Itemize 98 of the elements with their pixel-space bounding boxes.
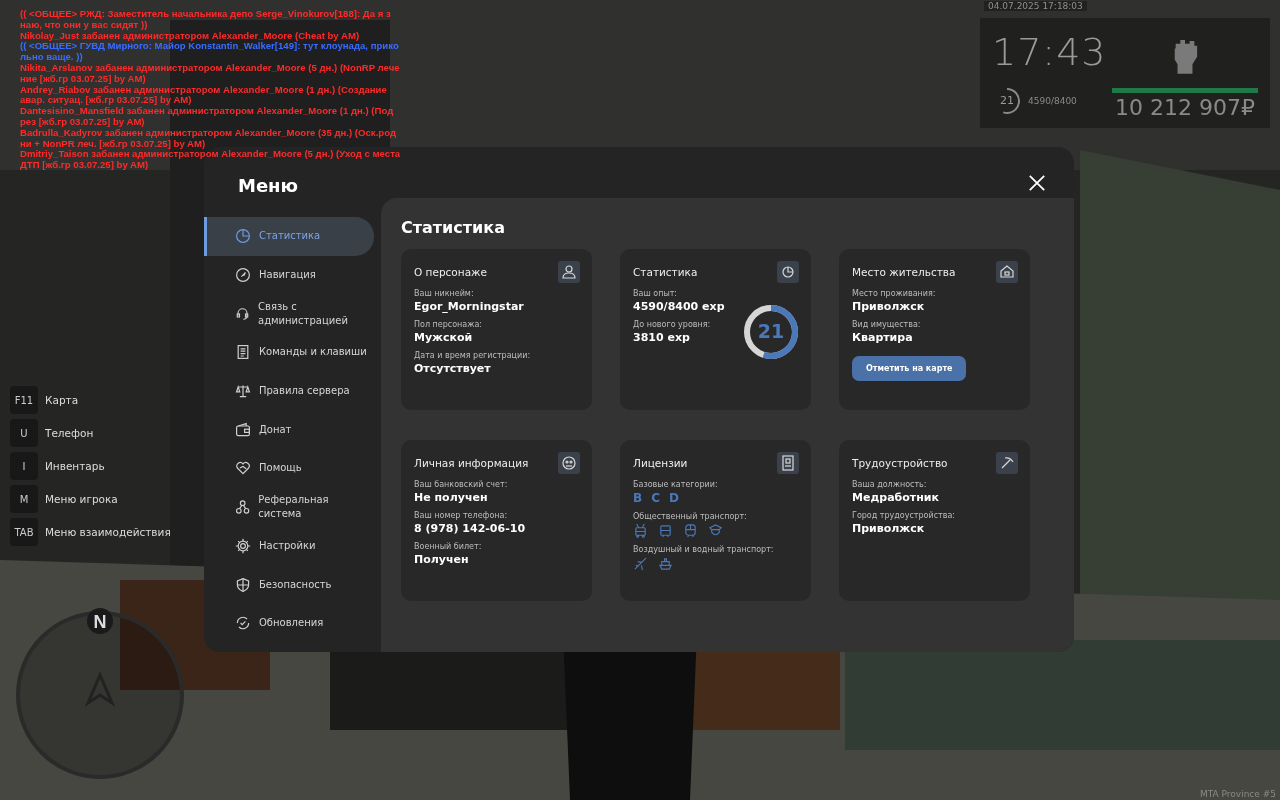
card-title: Статистика (633, 265, 698, 278)
train-icon (683, 523, 698, 538)
field-label: Общественный транспорт: (633, 512, 748, 521)
person-icon (558, 261, 580, 283)
key-cap: TAB (10, 518, 38, 546)
sidebar-item[interactable]: Правила сервера (204, 371, 374, 411)
clock-time: 17:43 (992, 30, 1107, 74)
field-label: Воздушный и водный транспорт: (633, 545, 774, 554)
key-cap: U (10, 419, 38, 447)
field-label: Вид имущества: (852, 320, 922, 329)
id-card-icon (777, 452, 799, 474)
field-value: Медработник (852, 491, 940, 504)
money-amount: 10 212 907₽ (1115, 95, 1255, 120)
field-value: 8 (978) 142-06-10 (414, 522, 526, 535)
wallet-icon (235, 421, 251, 438)
scales-icon (235, 383, 251, 400)
sidebar-item[interactable]: Безопасность (204, 565, 374, 604)
sidebar-item[interactable]: Помощь (204, 449, 374, 488)
field-label: Ваш никнейм: (414, 289, 475, 298)
field-label: Ваш номер телефона: (414, 511, 509, 520)
card-title: Личная информация (414, 456, 529, 469)
mark-on-map-button[interactable]: Отметить на карте (852, 356, 967, 381)
field-value: Приволжск (852, 522, 926, 535)
network-icon (235, 499, 251, 516)
field-label: Место проживания: (852, 289, 936, 298)
refresh-icon (235, 615, 251, 632)
field-value: Квартира (852, 331, 914, 344)
pie-chart-icon (235, 228, 251, 245)
field-label: Ваша должность: (852, 480, 928, 489)
field-value: Приволжск (852, 300, 926, 313)
menu-title: Меню (238, 176, 299, 196)
license-category: D (668, 491, 679, 505)
field-label: Город трудоустройства: (852, 511, 956, 520)
chat-message: Andrey_Riabov забанен администратором Alexander_Moore (1 дн.) (Создание авар. ситуац. [жб.гр 03.07.25] by AM) (20, 84, 388, 107)
chat-message: Nikolay_Just забанен администратором Alexander_Moore (Cheat by AM) (20, 30, 361, 42)
chat-message: (( <ОБЩЕЕ> РЖД: Заместитель начальника депо Serge_Vinokurov[188]: Да я з наю, что они у вас сидят )) (20, 9, 392, 31)
level-number: 21 (999, 94, 1015, 107)
section-heading: Статистика (401, 218, 506, 237)
key-label: Карта (45, 394, 79, 406)
field-value: 4590/8400 exp (633, 300, 725, 313)
chat-message: (( <ОБЩЕЕ> ГУВД Мирного: Майор Konstantin_Walker[149]: тут клоунада, прико льно ваще. )) (20, 41, 400, 63)
settings-icon (235, 537, 251, 554)
license-category: C (651, 491, 660, 505)
card-title: Лицензии (633, 456, 688, 469)
key-label: Инвентарь (45, 460, 105, 472)
close-icon (1028, 174, 1046, 192)
field-label: До нового уровня: (633, 320, 712, 329)
field-value: Получен (414, 553, 470, 566)
field-label: Базовые категории: (633, 480, 719, 489)
face-icon (558, 452, 580, 474)
sidebar-item[interactable]: Настройки (204, 526, 374, 566)
headset-icon (235, 305, 250, 322)
field-label: Военный билет: (414, 542, 483, 551)
field-value: Egor_Morningstar (414, 300, 525, 313)
field-label: Ваш опыт: (633, 289, 679, 298)
driver-cap-icon (708, 523, 723, 538)
key-label: Телефон (45, 427, 94, 439)
date-time: 04.07.2025 17:18:03 (984, 1, 1087, 11)
card-title: Трудоустройство (852, 456, 948, 469)
key-cap: F11 (10, 386, 38, 414)
field-label: Пол персонажа: (414, 320, 484, 329)
ship-icon (658, 556, 673, 571)
chat-message: Nikita_Arslanov забанен администратором Alexander_Moore (5 дн.) (NonRP лече ние [жб.гр 03.07.25] by AM) (20, 63, 401, 85)
sidebar-item[interactable]: Связь с администрацией (204, 294, 374, 334)
field-value: Мужской (414, 331, 474, 344)
compass-icon (235, 267, 251, 284)
card-title: О персонаже (414, 265, 487, 278)
level-number: 21 (756, 320, 786, 342)
field-value: Не получен (414, 491, 489, 504)
sidebar-item[interactable]: Донат (204, 410, 374, 450)
trolleybus-icon (633, 523, 648, 538)
chat-message: Badrulla_Kadyrov забанен администратором Alexander_Moore (35 дн.) (Оск.род ни + NonPR леч. [жб.гр 03.07.25] by AM) (20, 127, 397, 150)
tram-icon (658, 523, 673, 538)
pickaxe-icon (996, 452, 1018, 474)
field-value: Отсутствует (414, 362, 492, 375)
sidebar-item[interactable]: Статистика (204, 217, 374, 256)
chat-message: Dantesisino_Mansfield забанен администратором Alexander_Moore (1 дн.) (Под рез [жб.гр 03.07.25] by AM) (20, 106, 395, 128)
pie-chart-icon (777, 261, 799, 283)
exp-value: 4590/8400 (1028, 96, 1077, 106)
field-label: Ваш банковский счет: (414, 480, 509, 489)
sidebar-item[interactable]: Навигация (204, 255, 374, 295)
sidebar-item[interactable]: Команды и клавиши (204, 333, 374, 372)
license-category: B (633, 491, 643, 505)
key-cap: I (10, 452, 38, 480)
heart-icon (235, 460, 251, 477)
sidebar-item[interactable]: Реферальная система (204, 487, 374, 527)
server-name: MTA Province #5 (1200, 789, 1276, 799)
card-title: Место жительства (852, 265, 956, 278)
shield-icon (235, 576, 251, 593)
field-value: 3810 exp (633, 331, 691, 344)
chat-message: Dmitriy_Taison забанен администратором Alexander_Moore (5 дн.) (Уход с места ДТП [жб.гр 03.07.25] by AM) (20, 149, 401, 171)
key-cap: M (10, 485, 38, 513)
house-icon (996, 261, 1018, 283)
sidebar-item[interactable]: Обновления (204, 603, 374, 643)
document-icon (235, 344, 251, 361)
key-label: Меню взаимодействия (45, 526, 171, 538)
field-label: Дата и время регистрации: (414, 351, 531, 360)
key-label: Меню игрока (45, 493, 118, 505)
